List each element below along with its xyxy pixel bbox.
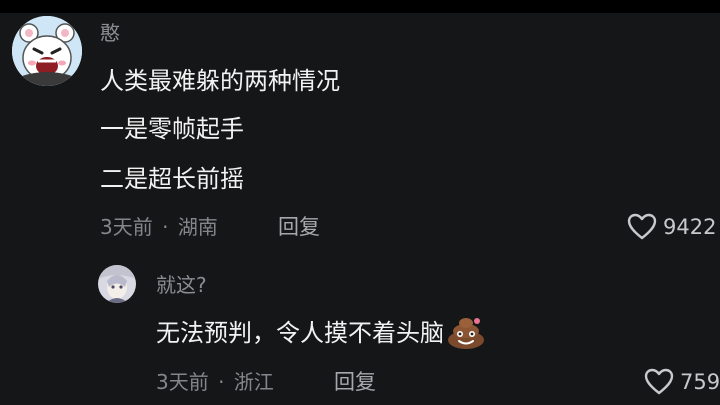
smiling-poop-emoji-icon [448, 318, 484, 349]
cartoon-avatar-icon [12, 16, 82, 86]
comment-like-button[interactable]: 9422 [627, 213, 716, 240]
comment-meta: 3天前 · 湖南 [100, 214, 218, 240]
comment-time: 3天前 [100, 215, 153, 239]
meta-separator: · [162, 215, 169, 239]
comment-text-line-3: 二是超长前摇 [100, 165, 244, 193]
comment-like-count: 9422 [663, 214, 717, 239]
heart-outline-icon [644, 368, 674, 395]
comment-location: 湖南 [177, 215, 218, 239]
comment-text-line-2: 一是零帧起手 [100, 115, 244, 143]
comment-username[interactable]: 憨 [100, 21, 120, 45]
reply-text: 无法预判，令人摸不着头脑 [156, 316, 486, 350]
comment-reply-button[interactable]: 回复 [278, 214, 320, 240]
reply-like-button[interactable]: 759 [644, 368, 720, 395]
comment-text-line-1: 人类最难躲的两种情况 [100, 67, 340, 95]
reply-location: 浙江 [233, 370, 274, 394]
reply-avatar[interactable] [98, 265, 136, 303]
reply-like-count: 759 [680, 369, 720, 394]
meta-separator: · [218, 370, 225, 394]
reply-meta: 3天前 · 浙江 [156, 369, 274, 395]
reply-time: 3天前 [156, 370, 209, 394]
comment-avatar[interactable] [12, 16, 82, 86]
top-black-bar [0, 0, 720, 13]
heart-outline-icon [627, 213, 657, 240]
reply-reply-button[interactable]: 回复 [334, 369, 376, 395]
reply-username[interactable]: 就这? [156, 273, 207, 297]
reply-text-content: 无法预判，令人摸不着头脑 [156, 319, 444, 347]
anime-avatar-icon [98, 265, 136, 303]
comment-panel: 憨 人类最难躲的两种情况 一是零帧起手 二是超长前摇 3天前 · 湖南 回复 9… [0, 13, 720, 405]
